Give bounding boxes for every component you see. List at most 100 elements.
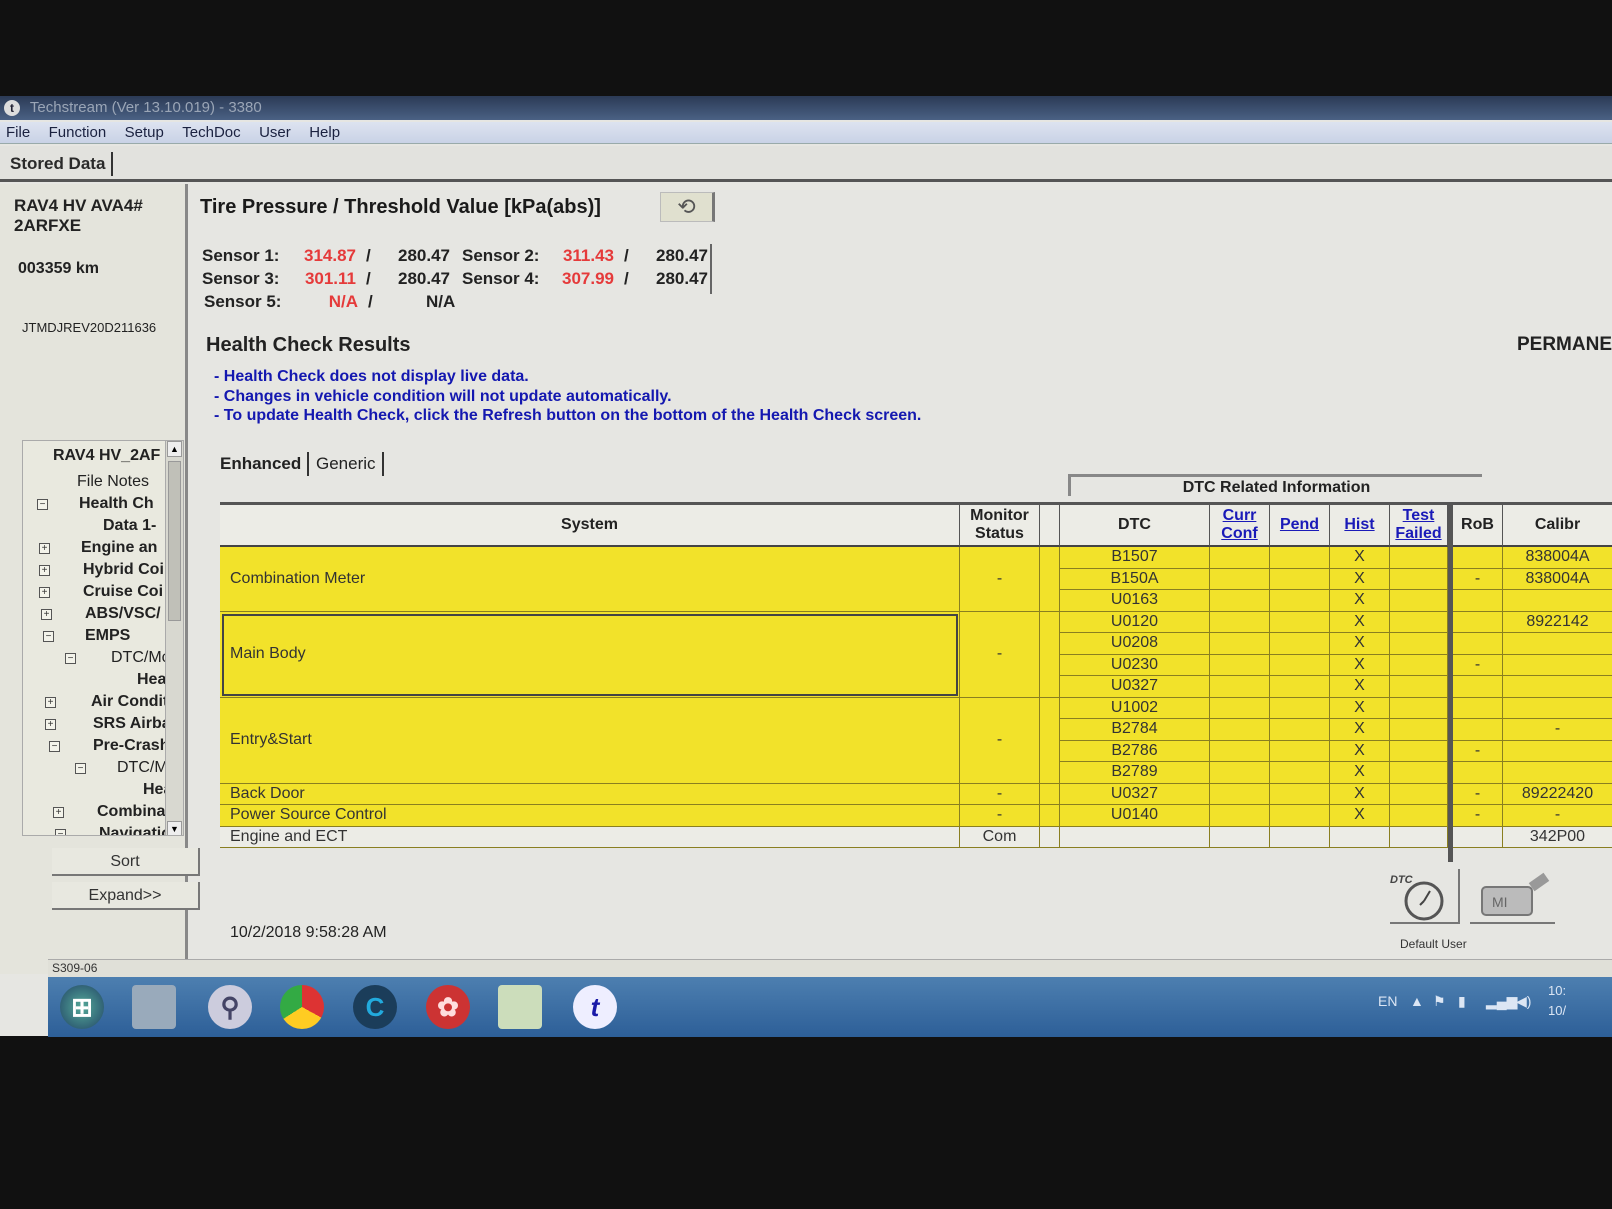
expand-node-icon[interactable]: + bbox=[39, 565, 50, 576]
system-cell[interactable]: Power Source Control bbox=[220, 805, 960, 827]
menu-function[interactable]: Function bbox=[43, 122, 115, 141]
taskbar-explorer-icon[interactable] bbox=[132, 985, 176, 1029]
curr-conf-cell bbox=[1210, 719, 1270, 741]
expand-node-icon[interactable]: + bbox=[53, 807, 64, 818]
menu-file[interactable]: File bbox=[0, 122, 38, 141]
curr-conf-cell bbox=[1210, 740, 1270, 762]
monitor-status-cell: - bbox=[960, 805, 1040, 827]
system-cell[interactable]: Main Body bbox=[220, 611, 960, 698]
taskbar-folder-icon[interactable] bbox=[498, 985, 542, 1029]
collapse-node-icon[interactable]: − bbox=[75, 763, 86, 774]
col-pend[interactable]: Pend bbox=[1270, 505, 1330, 547]
tree-item[interactable]: RAV4 HV_2AF bbox=[53, 447, 160, 465]
taskbar-lock-icon[interactable]: ⚲ bbox=[208, 985, 252, 1029]
system-cell[interactable]: Back Door bbox=[220, 783, 960, 805]
clock-time[interactable]: 10: bbox=[1548, 983, 1566, 998]
rob-cell bbox=[1453, 633, 1503, 655]
tree-scrollbar[interactable]: ▲ ▼ bbox=[165, 441, 183, 835]
collapse-node-icon[interactable]: − bbox=[65, 653, 76, 664]
tree-item[interactable]: File Notes bbox=[77, 473, 149, 491]
network-signal-icon[interactable]: ▂▄▆ bbox=[1486, 993, 1517, 1010]
tree-item[interactable]: Data 1- bbox=[103, 517, 156, 535]
volume-icon[interactable]: ◀) bbox=[1516, 993, 1531, 1010]
tree-item[interactable]: SRS Airba bbox=[93, 715, 171, 733]
curr-conf-cell bbox=[1210, 590, 1270, 612]
power-icon[interactable]: ▮ bbox=[1458, 993, 1466, 1010]
tree-item[interactable]: Pre-Crash bbox=[93, 737, 169, 755]
monitor-status-cell: - bbox=[960, 611, 1040, 698]
tree-item[interactable]: ABS/VSC/ bbox=[85, 605, 161, 623]
calibration-cell bbox=[1503, 762, 1612, 784]
mil-engine-button[interactable]: MI bbox=[1470, 869, 1555, 924]
hist-cell: X bbox=[1330, 654, 1390, 676]
dtc-clock-button[interactable]: DTC bbox=[1390, 869, 1460, 924]
collapse-node-icon[interactable]: − bbox=[49, 741, 60, 752]
system-cell[interactable]: Engine and ECT bbox=[220, 826, 960, 848]
taskbar-app-icon[interactable]: ✿ bbox=[426, 985, 470, 1029]
sensor-3-threshold: 280.47 bbox=[398, 269, 450, 288]
start-button[interactable]: ⊞ bbox=[60, 985, 104, 1029]
tree-item[interactable]: Combinati bbox=[97, 803, 175, 821]
expand-node-icon[interactable]: + bbox=[45, 719, 56, 730]
hist-cell: X bbox=[1330, 676, 1390, 698]
scroll-thumb[interactable] bbox=[168, 461, 181, 621]
tree-item[interactable]: DTC/Mc bbox=[111, 649, 170, 667]
tab-generic[interactable]: Generic bbox=[310, 452, 384, 476]
tray-expand-icon[interactable]: ▲ bbox=[1410, 993, 1424, 1009]
expand-node-icon[interactable]: + bbox=[39, 543, 50, 554]
sensor-4-label: Sensor 4: bbox=[462, 269, 540, 288]
tab-stored-data[interactable]: Stored Data bbox=[4, 152, 114, 176]
expand-node-icon[interactable]: + bbox=[39, 587, 50, 598]
tree-item[interactable]: Cruise Coi bbox=[83, 583, 163, 601]
menu-help[interactable]: Help bbox=[303, 122, 348, 141]
expand-button[interactable]: Expand>> bbox=[52, 882, 200, 910]
hist-cell: X bbox=[1330, 805, 1390, 827]
col-curr-conf[interactable]: Curr Conf bbox=[1210, 505, 1270, 547]
tree-item[interactable]: Hea bbox=[137, 671, 166, 689]
calibration-cell: - bbox=[1503, 805, 1612, 827]
hist-cell: X bbox=[1330, 611, 1390, 633]
clock-date[interactable]: 10/ bbox=[1548, 1003, 1566, 1018]
taskbar-ccleaner-icon[interactable]: C bbox=[353, 985, 397, 1029]
col-test-failed[interactable]: Test Failed bbox=[1390, 505, 1448, 547]
tree-item[interactable]: Health Ch bbox=[79, 495, 154, 513]
sensor-2-value: 311.43 bbox=[562, 246, 614, 265]
tree-item[interactable]: EMPS bbox=[85, 627, 130, 645]
tree-item[interactable]: Engine an bbox=[81, 539, 157, 557]
data-tree[interactable]: RAV4 HV_2AF File Notes Health Ch − Data 1- En… bbox=[22, 440, 184, 836]
system-cell[interactable]: Entry&Start bbox=[220, 697, 960, 784]
collapse-node-icon[interactable]: − bbox=[37, 499, 48, 510]
menu-setup[interactable]: Setup bbox=[119, 122, 172, 141]
language-indicator[interactable]: EN bbox=[1378, 993, 1397, 1009]
scroll-up-icon[interactable]: ▲ bbox=[167, 441, 182, 457]
rob-cell bbox=[1453, 826, 1503, 848]
rob-cell bbox=[1453, 547, 1503, 569]
collapse-node-icon[interactable]: − bbox=[55, 829, 66, 835]
monitor-status-cell: - bbox=[960, 547, 1040, 612]
system-cell[interactable]: Combination Meter bbox=[220, 547, 960, 612]
expand-node-icon[interactable]: + bbox=[45, 697, 56, 708]
col-hist[interactable]: Hist bbox=[1330, 505, 1390, 547]
expand-node-icon[interactable]: + bbox=[41, 609, 52, 620]
tab-enhanced[interactable]: Enhanced bbox=[214, 452, 310, 476]
menu-user[interactable]: User bbox=[253, 122, 299, 141]
health-check-table: System Monitor Status DTC Curr Conf Pend… bbox=[220, 502, 1612, 862]
sensor-2-threshold: 280.47 bbox=[656, 246, 708, 265]
dtc-code-cell: U0230 bbox=[1060, 654, 1210, 676]
tire-pressure-title: Tire Pressure / Threshold Value [kPa(abs… bbox=[200, 196, 601, 218]
test-failed-cell bbox=[1390, 547, 1448, 569]
menu-techdoc[interactable]: TechDoc bbox=[176, 122, 248, 141]
tree-item[interactable]: Hybrid Coi bbox=[83, 561, 164, 579]
collapse-node-icon[interactable]: − bbox=[43, 631, 54, 642]
taskbar-chrome-icon[interactable] bbox=[280, 985, 324, 1029]
scroll-down-icon[interactable]: ▼ bbox=[167, 821, 182, 835]
sensor-2-sep: / bbox=[624, 246, 629, 265]
action-center-flag-icon[interactable]: ⚑ bbox=[1433, 993, 1446, 1010]
menu-bar: File Function Setup TechDoc User Help bbox=[0, 122, 1612, 144]
dtc-code-cell: U0327 bbox=[1060, 676, 1210, 698]
tree-item[interactable]: Air Condit bbox=[91, 693, 168, 711]
spacer-cell bbox=[1040, 697, 1060, 784]
sort-button[interactable]: Sort bbox=[52, 848, 200, 876]
taskbar-techstream-icon[interactable]: t bbox=[573, 985, 617, 1029]
refresh-button[interactable]: ⟲ bbox=[660, 192, 715, 222]
